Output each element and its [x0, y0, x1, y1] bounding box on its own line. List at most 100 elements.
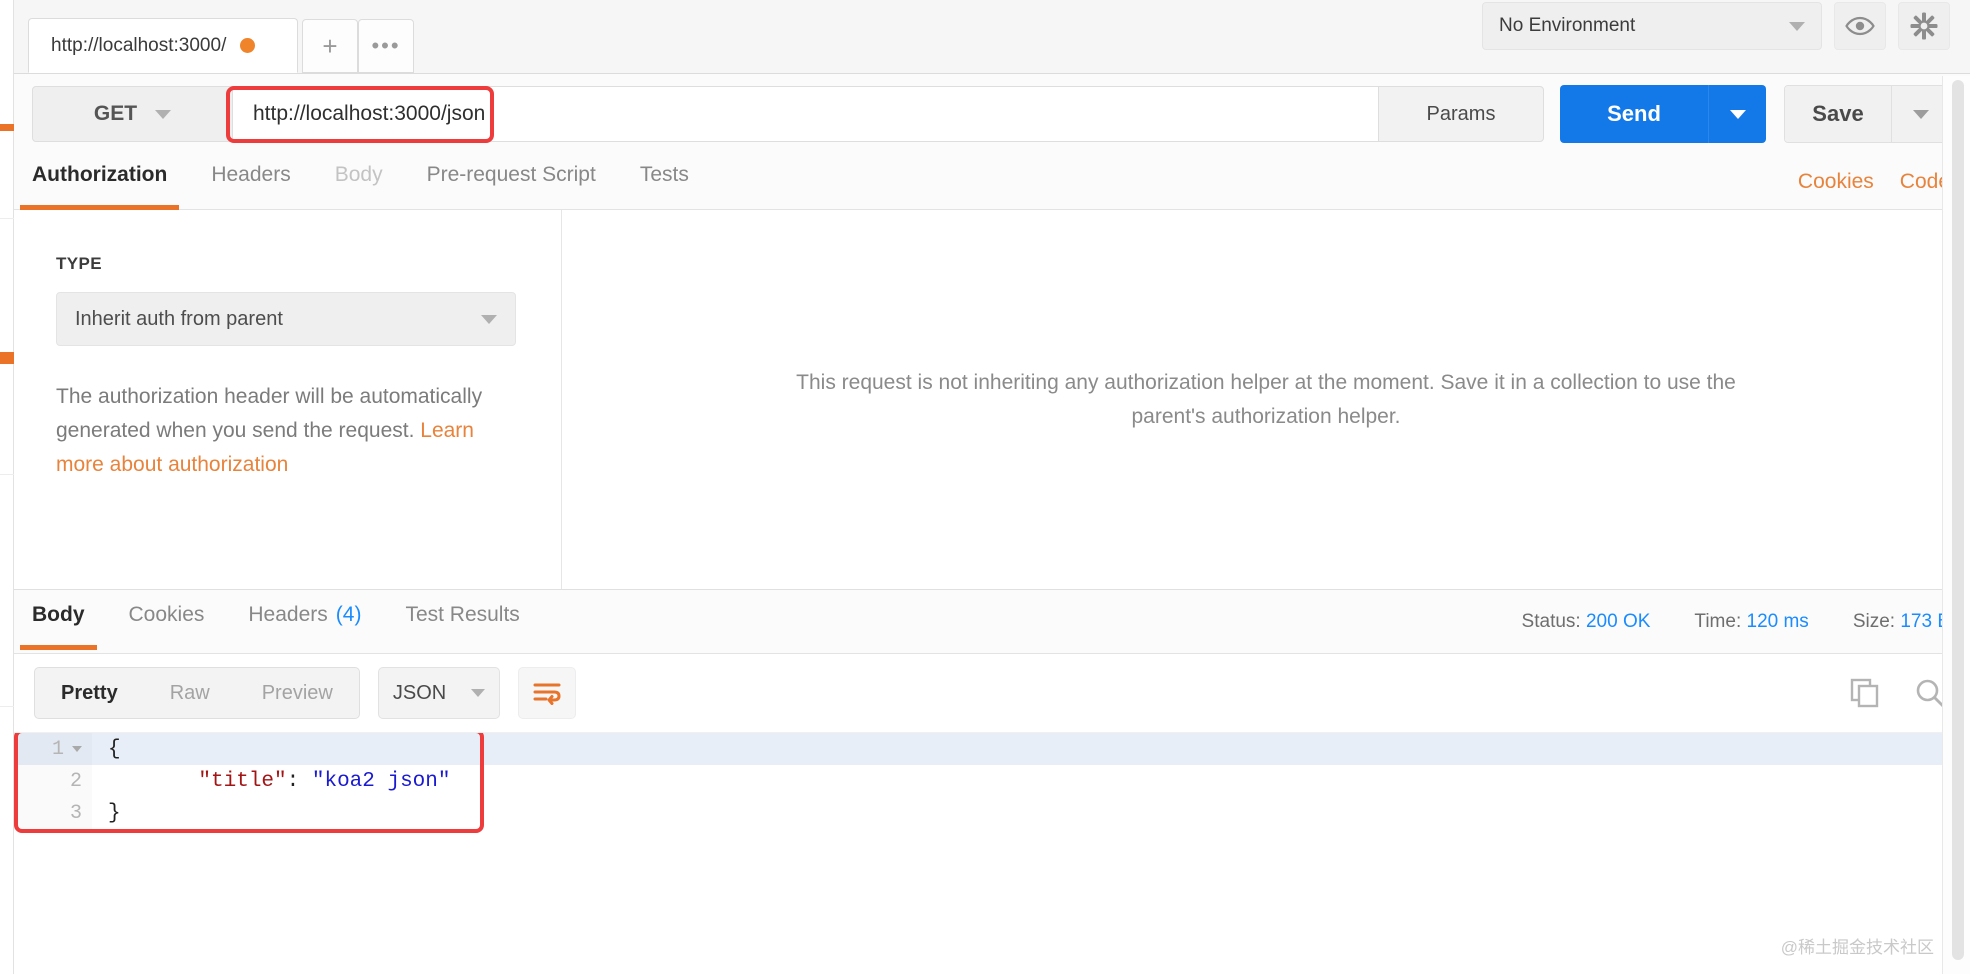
response-tab-test-results[interactable]: Test Results	[405, 594, 519, 650]
response-actions	[1850, 677, 1946, 709]
save-options-button[interactable]	[1891, 86, 1949, 142]
request-tabs: Authorization Headers Body Pre-request S…	[14, 154, 1970, 210]
top-bar: http://localhost:3000/ + ••• No Environm…	[14, 0, 1970, 74]
method-select[interactable]: GET	[33, 87, 233, 141]
view-mode-preview[interactable]: Preview	[236, 668, 359, 718]
response-format-value: JSON	[392, 681, 447, 704]
code-line: 2 "title": "koa2 json"	[14, 765, 1970, 797]
environment-select[interactable]: No Environment	[1482, 2, 1822, 50]
settings-button[interactable]	[1898, 2, 1950, 50]
line-number: 2	[69, 769, 82, 793]
status-label: Status:	[1521, 610, 1581, 632]
time-label: Time:	[1694, 610, 1742, 632]
tab-actions: + •••	[302, 18, 414, 73]
response-body-viewer[interactable]: 1 { 2 "title": "koa2 json" 3 } @稀土掘金技术社区	[14, 732, 1970, 974]
json-value: "koa2 json"	[311, 769, 451, 793]
send-options-button[interactable]	[1708, 85, 1766, 143]
method-label: GET	[93, 102, 138, 125]
code-text: "title": "koa2 json"	[92, 770, 450, 793]
request-pane: TYPE Inherit auth from parent The author…	[14, 210, 1970, 590]
authorization-panel: TYPE Inherit auth from parent The author…	[14, 210, 562, 589]
view-mode-pretty[interactable]: Pretty	[35, 668, 144, 718]
gear-icon	[1910, 12, 1938, 40]
sidebar-divider	[0, 474, 14, 475]
response-tab-headers-label: Headers	[248, 602, 328, 626]
cookies-link[interactable]: Cookies	[1798, 170, 1874, 194]
vertical-scrollbar[interactable]	[1952, 80, 1964, 960]
request-tab-headers[interactable]: Headers	[211, 154, 290, 210]
line-number: 3	[69, 801, 82, 825]
request-tab-tests[interactable]: Tests	[640, 154, 689, 210]
request-tab-strip: http://localhost:3000/ + •••	[14, 0, 414, 73]
postman-window: http://localhost:3000/ + ••• No Environm…	[0, 0, 1970, 974]
new-tab-button[interactable]: +	[302, 19, 358, 73]
eye-icon	[1845, 16, 1875, 36]
size-label: Size:	[1852, 610, 1896, 632]
line-number: 1	[51, 737, 64, 761]
request-tab-pre-request-script[interactable]: Pre-request Script	[427, 154, 596, 210]
sidebar-divider	[0, 706, 14, 707]
auth-type-value: Inherit auth from parent	[75, 307, 283, 330]
response-meta: Status: 200 OK Time: 120 ms Size: 173 B	[1522, 611, 1950, 633]
sidebar-accent-bar	[0, 124, 14, 131]
environment-area: No Environment	[1482, 0, 1970, 73]
chevron-down-icon	[1789, 21, 1805, 31]
copy-icon	[1850, 678, 1880, 708]
line-gutter: 1	[14, 733, 92, 765]
response-tab-cookies[interactable]: Cookies	[129, 594, 205, 650]
response-tab-headers[interactable]: Headers (4)	[248, 594, 361, 650]
save-button[interactable]: Save	[1785, 86, 1891, 142]
response-view-mode-group: Pretty Raw Preview	[34, 667, 360, 719]
sidebar-divider	[0, 218, 14, 219]
request-tab-body[interactable]: Body	[335, 154, 383, 210]
chevron-down-icon	[1729, 109, 1746, 119]
json-key: "title"	[198, 769, 287, 793]
response-toolbar: Pretty Raw Preview JSON	[14, 654, 1970, 732]
code-line: 3 }	[14, 797, 1970, 829]
url-input[interactable]	[253, 102, 1358, 126]
size-meta: Size: 173 B	[1853, 611, 1950, 633]
tab-more-button[interactable]: •••	[358, 19, 414, 73]
send-button[interactable]: Send	[1560, 85, 1708, 143]
line-gutter: 2	[14, 765, 92, 797]
environment-quick-look-button[interactable]	[1834, 2, 1886, 50]
sidebar-accent-bar	[0, 352, 14, 364]
save-button-group: Save	[1784, 85, 1950, 143]
url-combo: GET Params	[32, 86, 1544, 142]
url-input-wrap	[233, 87, 1378, 141]
copy-button[interactable]	[1850, 678, 1880, 708]
chevron-down-icon	[1912, 109, 1929, 119]
request-tab-links: Cookies Code	[1798, 170, 1950, 194]
view-mode-raw[interactable]: Raw	[144, 668, 236, 718]
word-wrap-button[interactable]	[517, 667, 576, 719]
sidebar-strip	[0, 0, 14, 974]
response-tabs: Body Cookies Headers (4) Test Results St…	[14, 590, 1970, 654]
json-colon: :	[286, 769, 312, 793]
auth-type-select[interactable]: Inherit auth from parent	[56, 292, 516, 346]
chevron-down-icon	[155, 109, 172, 119]
status-value: 200 OK	[1585, 610, 1651, 632]
request-tab-authorization[interactable]: Authorization	[19, 154, 180, 210]
line-gutter: 3	[14, 797, 92, 829]
authorization-info-panel: This request is not inheriting any autho…	[562, 210, 1970, 589]
unsaved-dot-icon	[240, 38, 256, 53]
chevron-down-icon	[481, 314, 497, 324]
response-headers-count: (4)	[335, 602, 362, 626]
auth-description: The authorization header will be automat…	[56, 380, 516, 482]
main-column: http://localhost:3000/ + ••• No Environm…	[14, 0, 1970, 974]
watermark: @稀土掘金技术社区	[1780, 938, 1934, 957]
request-tab[interactable]: http://localhost:3000/	[28, 18, 298, 73]
auth-inherit-message: This request is not inheriting any autho…	[796, 370, 1736, 428]
response-tab-body[interactable]: Body	[20, 594, 96, 650]
code-line: 1 {	[14, 733, 1970, 765]
code-text: }	[108, 801, 121, 825]
params-button[interactable]: Params	[1378, 87, 1543, 141]
response-format-select[interactable]: JSON	[377, 667, 500, 719]
send-button-group: Send	[1560, 85, 1766, 143]
code-text: {	[108, 737, 121, 761]
status-meta: Status: 200 OK	[1522, 611, 1651, 633]
time-meta: Time: 120 ms	[1694, 611, 1808, 633]
fold-arrow-icon[interactable]	[72, 746, 82, 752]
request-tab-label: http://localhost:3000/	[51, 34, 227, 56]
